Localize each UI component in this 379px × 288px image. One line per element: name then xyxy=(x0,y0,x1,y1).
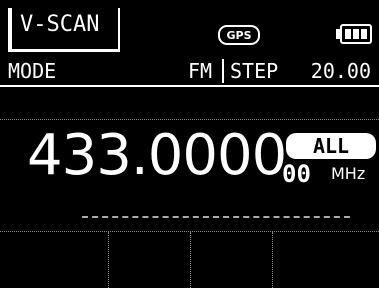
battery-full-icon xyxy=(336,24,374,44)
softkey-2[interactable] xyxy=(109,232,191,288)
scan-mode-box: V-SCAN xyxy=(8,8,120,52)
mode-divider xyxy=(222,59,224,83)
battery-body xyxy=(340,24,372,44)
mode-value: FM xyxy=(188,59,213,83)
mode-label: MODE xyxy=(8,59,57,83)
softkey-row xyxy=(0,232,379,288)
battery-segment xyxy=(361,29,367,39)
gps-label: GPS xyxy=(226,28,252,42)
receiver-screen: V-SCAN GPS MODE FM STEP 20.00 ALL 433.00… xyxy=(0,0,379,288)
step-label: STEP xyxy=(230,59,279,83)
softkey-4[interactable] xyxy=(273,232,379,288)
status-bar: V-SCAN GPS xyxy=(0,0,379,57)
step-value: 20.00 xyxy=(310,59,371,83)
frequency-sub-digits: 00 xyxy=(282,160,311,188)
softkey-1[interactable] xyxy=(0,232,109,288)
gps-badge: GPS xyxy=(218,25,260,45)
mode-row: MODE FM STEP 20.00 xyxy=(0,57,379,87)
frequency-unit: MHz xyxy=(331,164,366,183)
memory-bank-label: ALL xyxy=(312,134,350,158)
frequency-main: 433.0000 xyxy=(27,123,287,188)
battery-segment xyxy=(345,29,351,39)
scan-mode-label: V-SCAN xyxy=(20,12,100,37)
separator-top xyxy=(0,119,379,120)
battery-segment xyxy=(353,29,359,39)
memory-bank-badge: ALL xyxy=(286,133,376,159)
tag-underline xyxy=(82,216,350,218)
softkey-3[interactable] xyxy=(191,232,273,288)
